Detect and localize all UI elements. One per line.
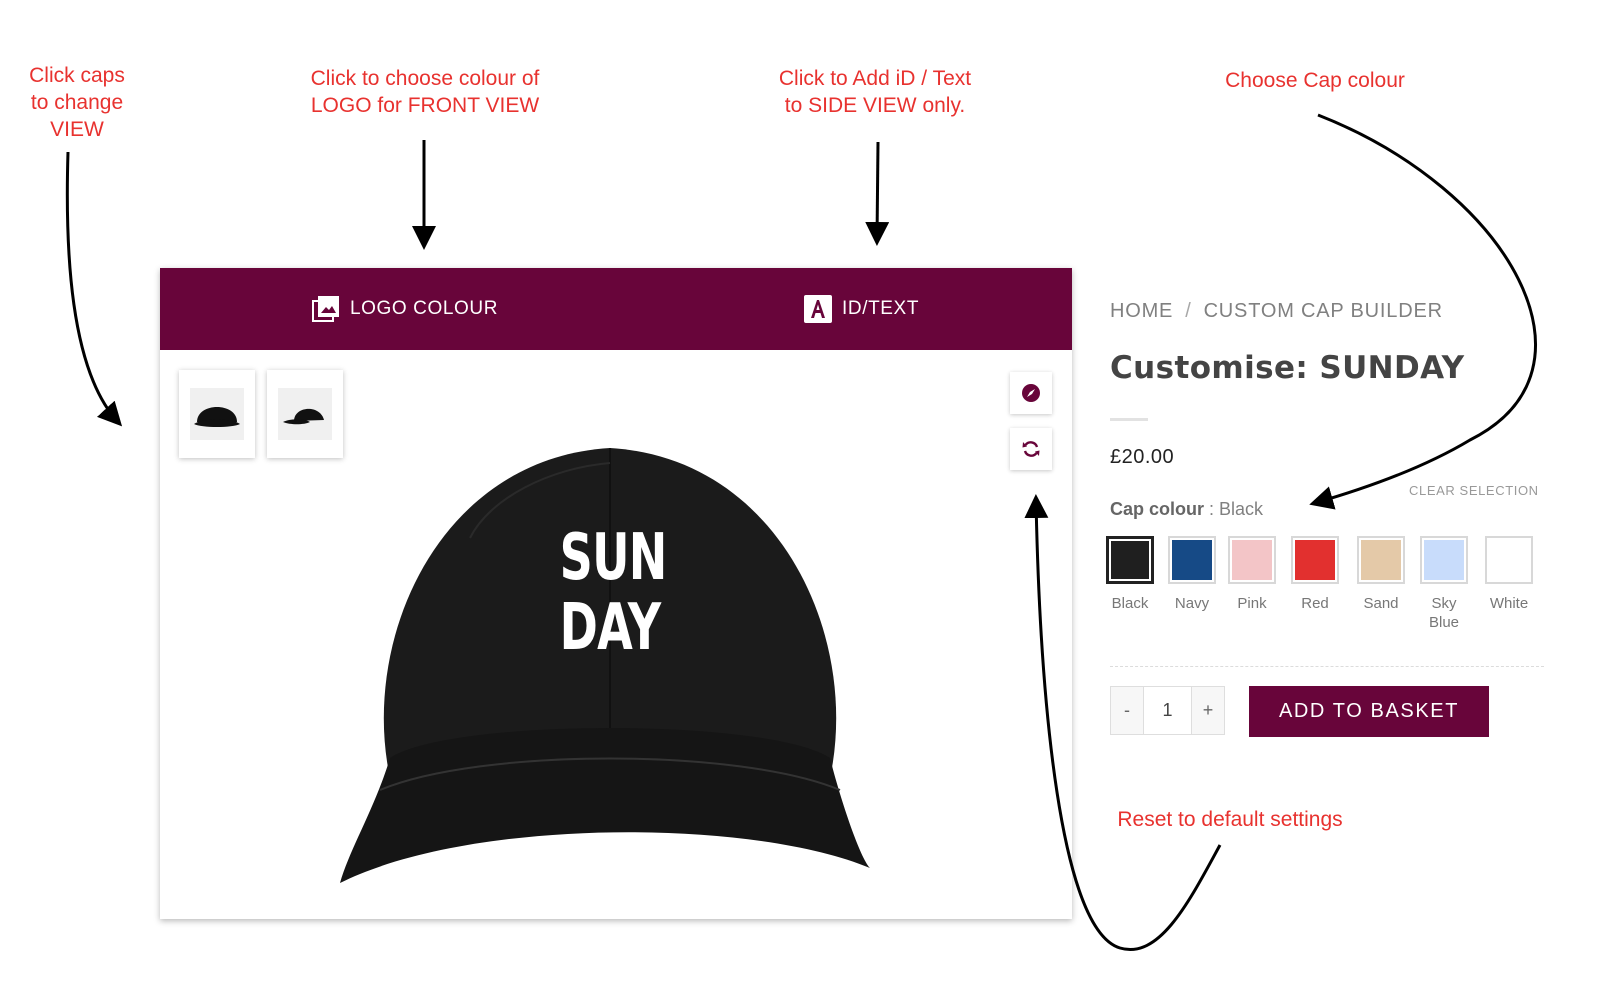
cap-logo-text: SUN DAY [559, 521, 668, 665]
cap-logo-line2: DAY [559, 591, 661, 665]
swatch-fill [1111, 541, 1149, 579]
swatch-red[interactable]: Red [1283, 536, 1347, 613]
compass-button[interactable] [1010, 372, 1052, 414]
option-name: Cap colour [1110, 499, 1205, 519]
swatch-fill [1232, 540, 1272, 580]
product-title: Customise: SUNDAY [1110, 350, 1465, 386]
annotation-reset: Reset to default settings [1117, 808, 1343, 831]
swatch-box [1291, 536, 1339, 584]
add-to-basket-button[interactable]: ADD TO BASKET [1249, 686, 1489, 737]
refresh-icon [1022, 441, 1040, 457]
divider [1110, 666, 1544, 667]
cap-preview: SUN DAY [320, 418, 900, 898]
swatch-fill [1424, 540, 1464, 580]
swatch-label: Red [1301, 595, 1329, 612]
swatch-label: Navy [1174, 595, 1210, 612]
text-a-icon [804, 295, 832, 323]
swatch-navy[interactable]: Navy [1160, 536, 1224, 613]
arrow-views [65, 151, 123, 427]
swatch-sand[interactable]: Sand [1349, 536, 1413, 613]
arrow-idtext [865, 141, 890, 246]
compass-icon [1022, 384, 1040, 402]
quantity-plus-button[interactable]: + [1192, 687, 1224, 734]
swatch-fill [1361, 540, 1401, 580]
option-separator: : [1204, 499, 1220, 519]
quantity-minus-button[interactable]: - [1111, 687, 1143, 734]
swatch-box [1106, 536, 1154, 584]
breadcrumb-separator: / [1185, 300, 1192, 322]
builder-toolbar: LOGO COLOUR ID/TEXT [160, 268, 1072, 350]
breadcrumb-current: CUSTOM CAP BUILDER [1203, 300, 1443, 322]
swatch-fill [1489, 540, 1529, 580]
cap-logo-line1: SUN [559, 521, 668, 595]
annotation-logo: Click to choose colour of LOGO for FRONT… [310, 67, 540, 117]
swatch-box [1228, 536, 1276, 584]
id-text-label: ID/TEXT [842, 298, 920, 319]
quantity-stepper: - 1 + [1110, 686, 1225, 735]
annotation-idtext: Click to Add iD / Text to SIDE VIEW only… [778, 67, 972, 117]
swatch-label: Sky Blue [1428, 595, 1460, 631]
swatch-white[interactable]: White [1477, 536, 1541, 613]
logo-colour-tab[interactable]: LOGO COLOUR [312, 268, 498, 350]
annotation-cap-colour: Choose Cap colour [1225, 69, 1405, 92]
cap-builder: LOGO COLOUR ID/TEXT SUN DAY [160, 268, 1072, 919]
swatch-label: Black [1111, 595, 1149, 612]
swatch-black[interactable]: Black [1098, 536, 1162, 613]
swatch-box [1168, 536, 1216, 584]
product-price: £20.00 [1110, 446, 1175, 468]
swatch-label: Sand [1363, 595, 1399, 612]
breadcrumb: HOME / CUSTOM CAP BUILDER [1110, 300, 1443, 323]
swatch-label: Pink [1237, 595, 1267, 612]
reset-button[interactable] [1010, 428, 1052, 470]
front-view-thumbnail[interactable] [179, 370, 255, 458]
title-divider [1110, 418, 1148, 421]
breadcrumb-home[interactable]: HOME [1110, 300, 1173, 322]
annotation-views: Click caps to change VIEW [29, 64, 125, 141]
swatch-fill [1172, 540, 1212, 580]
swatch-box [1485, 536, 1533, 584]
swatch-label: White [1489, 595, 1529, 612]
swatch-box [1357, 536, 1405, 584]
id-text-tab[interactable]: ID/TEXT [804, 268, 919, 350]
swatch-fill [1295, 540, 1335, 580]
logo-colour-label: LOGO COLOUR [350, 298, 499, 319]
image-icon [312, 295, 340, 323]
option-value: Black [1219, 499, 1264, 519]
cap-front-icon [194, 407, 240, 427]
swatch-sky-blue[interactable]: Sky Blue [1412, 536, 1476, 632]
quantity-input[interactable]: 1 [1143, 687, 1192, 734]
cap-colour-label: Cap colour : Black [1110, 499, 1263, 520]
clear-selection-link[interactable]: CLEAR SELECTION [1409, 483, 1539, 498]
swatch-pink[interactable]: Pink [1220, 536, 1284, 613]
swatch-box [1420, 536, 1468, 584]
